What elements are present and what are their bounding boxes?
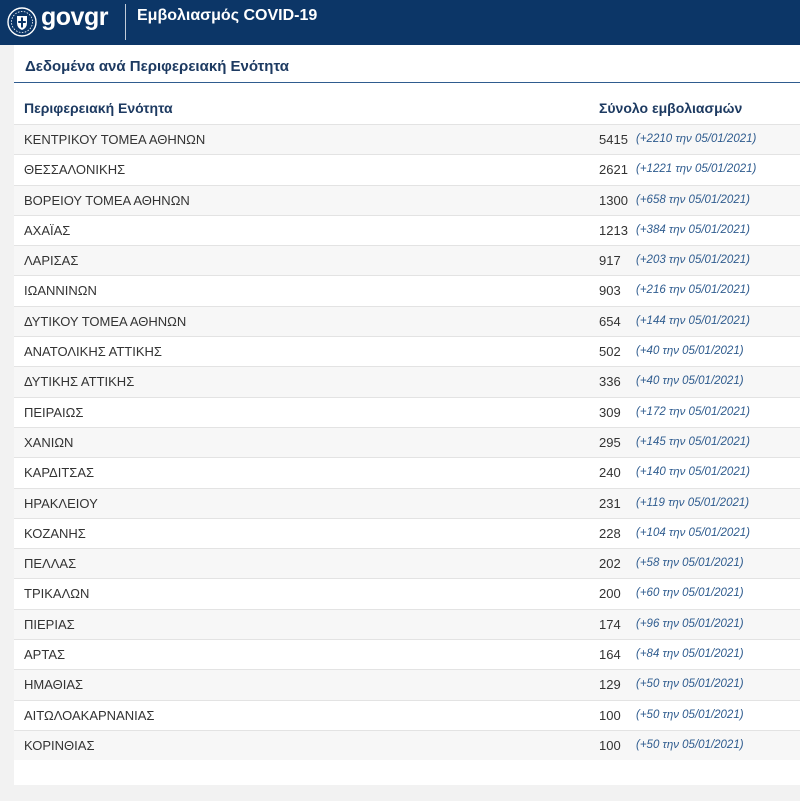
- daily-change: (+96 την 05/01/2021): [636, 617, 744, 630]
- section-title: Δεδομένα ανά Περιφερειακή Ενότητα: [25, 58, 289, 75]
- header-divider: [125, 4, 126, 40]
- total-value: 903: [599, 283, 621, 299]
- daily-change: (+40 την 05/01/2021): [636, 375, 744, 388]
- total-value: 1300: [599, 192, 628, 208]
- daily-change: (+50 την 05/01/2021): [636, 738, 744, 751]
- daily-change: (+172 την 05/01/2021): [636, 405, 750, 418]
- daily-change: (+50 την 05/01/2021): [636, 678, 744, 691]
- daily-change: (+40 την 05/01/2021): [636, 345, 744, 358]
- table-row: ΧΑΝΙΩΝ 295 (+145 την 05/01/2021): [14, 426, 800, 458]
- total-value: 917: [599, 253, 621, 269]
- logo-gov-text: gov: [41, 3, 84, 31]
- region-name: ΔΥΤΙΚΟΥ ΤΟΜΕΑ ΑΘΗΝΩΝ: [24, 313, 187, 329]
- daily-change: (+1221 την 05/01/2021): [636, 163, 757, 176]
- daily-change: (+144 την 05/01/2021): [636, 314, 750, 327]
- region-name: ΚΕΝΤΡΙΚΟΥ ΤΟΜΕΑ ΑΘΗΝΩΝ: [24, 132, 206, 147]
- region-name: ΑΧΑΪΑΣ: [24, 222, 71, 238]
- table-row: ΛΑΡΙΣΑΣ 917 (+203 την 05/01/2021): [14, 245, 800, 276]
- hellenic-republic-emblem-icon: [7, 7, 37, 37]
- daily-change: (+60 την 05/01/2021): [636, 587, 744, 600]
- total-value: 2621: [599, 162, 628, 178]
- table-row: ΙΩΑΝΝΙΝΩΝ 903 (+216 την 05/01/2021): [14, 275, 800, 305]
- daily-change: (+58 την 05/01/2021): [636, 557, 744, 570]
- total-value: 309: [599, 404, 621, 420]
- top-header-bar: govgr Εμβολιασμός COVID-19: [0, 0, 800, 45]
- data-panel: Δεδομένα ανά Περιφερειακή Ενότητα Περιφε…: [14, 45, 800, 785]
- table-row: ΑΝΑΤΟΛΙΚΗΣ ΑΤΤΙΚΗΣ 502 (+40 την 05/01/2021…: [14, 336, 800, 366]
- govgr-logo[interactable]: govgr: [41, 3, 108, 32]
- region-name: ΤΡΙΚΑΛΩΝ: [24, 586, 90, 602]
- daily-change: (+140 την 05/01/2021): [636, 466, 750, 479]
- region-name: ΛΑΡΙΣΑΣ: [24, 253, 79, 269]
- daily-change: (+203 την 05/01/2021): [636, 254, 750, 267]
- total-value: 502: [599, 344, 621, 360]
- total-value: 295: [599, 434, 621, 450]
- daily-change: (+216 την 05/01/2021): [636, 284, 750, 297]
- region-name: ΘΕΣΣΑΛΟΝΙΚΗΣ: [24, 162, 126, 178]
- daily-change: (+119 την 05/01/2021): [636, 496, 750, 509]
- total-value: 240: [599, 465, 621, 481]
- region-name: ΒΟΡΕΙΟΥ ΤΟΜΕΑ ΑΘΗΝΩΝ: [24, 192, 190, 208]
- region-name: ΔΥΤΙΚΗΣ ΑΤΤΙΚΗΣ: [24, 374, 135, 390]
- table-row: ΑΙΤΩΛΟΑΚΑΡΝΑΝΙΑΣ 100 (+50 την 05/01/2021): [14, 699, 800, 730]
- daily-change: (+145 την 05/01/2021): [636, 435, 750, 448]
- region-name: ΠΕΙΡΑΙΩΣ: [24, 404, 84, 420]
- column-header-region: Περιφερειακή Ενότητα: [24, 100, 173, 116]
- table-body: ΚΕΝΤΡΙΚΟΥ ΤΟΜΕΑ ΑΘΗΝΩΝ 5415 (+2210 την 05/…: [14, 124, 800, 761]
- page-title: Εμβολιασμός COVID-19: [137, 7, 318, 24]
- total-value: 654: [599, 313, 621, 329]
- table-row: ΗΡΑΚΛΕΙΟΥ 231 (+119 την 05/01/2021): [14, 487, 800, 518]
- total-value: 231: [599, 495, 621, 511]
- table-row: ΠΙΕΡΙΑΣ 174 (+96 την 05/01/2021): [14, 608, 800, 640]
- table-row: ΑΧΑΪΑΣ 1213 (+384 την 05/01/2021): [14, 214, 800, 245]
- total-value: 202: [599, 556, 621, 572]
- table-row: ΠΕΛΛΑΣ 202 (+58 την 05/01/2021): [14, 548, 800, 579]
- total-value: 100: [599, 707, 621, 723]
- total-value: 336: [599, 374, 621, 390]
- region-name: ΙΩΑΝΝΙΝΩΝ: [24, 283, 97, 299]
- total-value: 200: [599, 586, 621, 602]
- region-name: ΑΙΤΩΛΟΑΚΑΡΝΑΝΙΑΣ: [24, 707, 155, 723]
- region-name: ΠΕΛΛΑΣ: [24, 556, 77, 572]
- total-value: 164: [599, 647, 621, 663]
- table-row: ΔΥΤΙΚΟΥ ΤΟΜΕΑ ΑΘΗΝΩΝ 654 (+144 την 05/01/2…: [14, 305, 800, 337]
- table-row: ΚΑΡΔΙΤΣΑΣ 240 (+140 την 05/01/2021): [14, 457, 800, 487]
- table-row: ΤΡΙΚΑΛΩΝ 200 (+60 την 05/01/2021): [14, 578, 800, 608]
- total-value: 174: [599, 616, 621, 632]
- region-name: ΑΝΑΤΟΛΙΚΗΣ ΑΤΤΙΚΗΣ: [24, 344, 162, 360]
- daily-change: (+84 την 05/01/2021): [636, 648, 744, 661]
- region-name: ΑΡΤΑΣ: [24, 647, 66, 663]
- daily-change: (+384 την 05/01/2021): [636, 223, 750, 236]
- daily-change: (+104 την 05/01/2021): [636, 526, 750, 539]
- region-name: ΗΡΑΚΛΕΙΟΥ: [24, 495, 98, 511]
- region-name: ΗΜΑΘΙΑΣ: [24, 677, 84, 693]
- table-row: ΚΟΡΙΝΘΙΑΣ 100 (+50 την 05/01/2021): [14, 729, 800, 761]
- total-value: 228: [599, 525, 621, 541]
- column-header-total: Σύνολο εμβολιασμών: [599, 100, 743, 116]
- table-row: ΗΜΑΘΙΑΣ 129 (+50 την 05/01/2021): [14, 669, 800, 700]
- region-name: ΧΑΝΙΩΝ: [24, 434, 74, 450]
- region-name: ΠΙΕΡΙΑΣ: [24, 616, 75, 632]
- total-value: 129: [599, 677, 621, 693]
- daily-change: (+2210 την 05/01/2021): [636, 133, 757, 145]
- daily-change: (+658 την 05/01/2021): [636, 193, 750, 206]
- region-name: ΚΟΡΙΝΘΙΑΣ: [24, 737, 95, 753]
- total-value: 1213: [599, 222, 628, 238]
- total-value: 5415: [599, 132, 628, 147]
- daily-change: (+50 την 05/01/2021): [636, 708, 744, 721]
- section-divider: [14, 82, 800, 83]
- region-name: ΚΟΖΑΝΗΣ: [24, 525, 86, 541]
- logo-gr-text: gr: [83, 3, 109, 31]
- total-value: 100: [599, 737, 621, 753]
- region-name: ΚΑΡΔΙΤΣΑΣ: [24, 465, 95, 481]
- table-row: ΑΡΤΑΣ 164 (+84 την 05/01/2021): [14, 639, 800, 669]
- table-row: ΚΕΝΤΡΙΚΟΥ ΤΟΜΕΑ ΑΘΗΝΩΝ 5415 (+2210 την 05/…: [14, 124, 800, 155]
- table-row: ΚΟΖΑΝΗΣ 228 (+104 την 05/01/2021): [14, 517, 800, 548]
- table-row: ΔΥΤΙΚΗΣ ΑΤΤΙΚΗΣ 336 (+40 την 05/01/2021): [14, 366, 800, 397]
- table-row: ΒΟΡΕΙΟΥ ΤΟΜΕΑ ΑΘΗΝΩΝ 1300 (+658 την 05/01/…: [14, 184, 800, 215]
- table-row: ΠΕΙΡΑΙΩΣ 309 (+172 την 05/01/2021): [14, 396, 800, 427]
- table-row: ΘΕΣΣΑΛΟΝΙΚΗΣ 2621 (+1221 την 05/01/2021): [14, 154, 800, 184]
